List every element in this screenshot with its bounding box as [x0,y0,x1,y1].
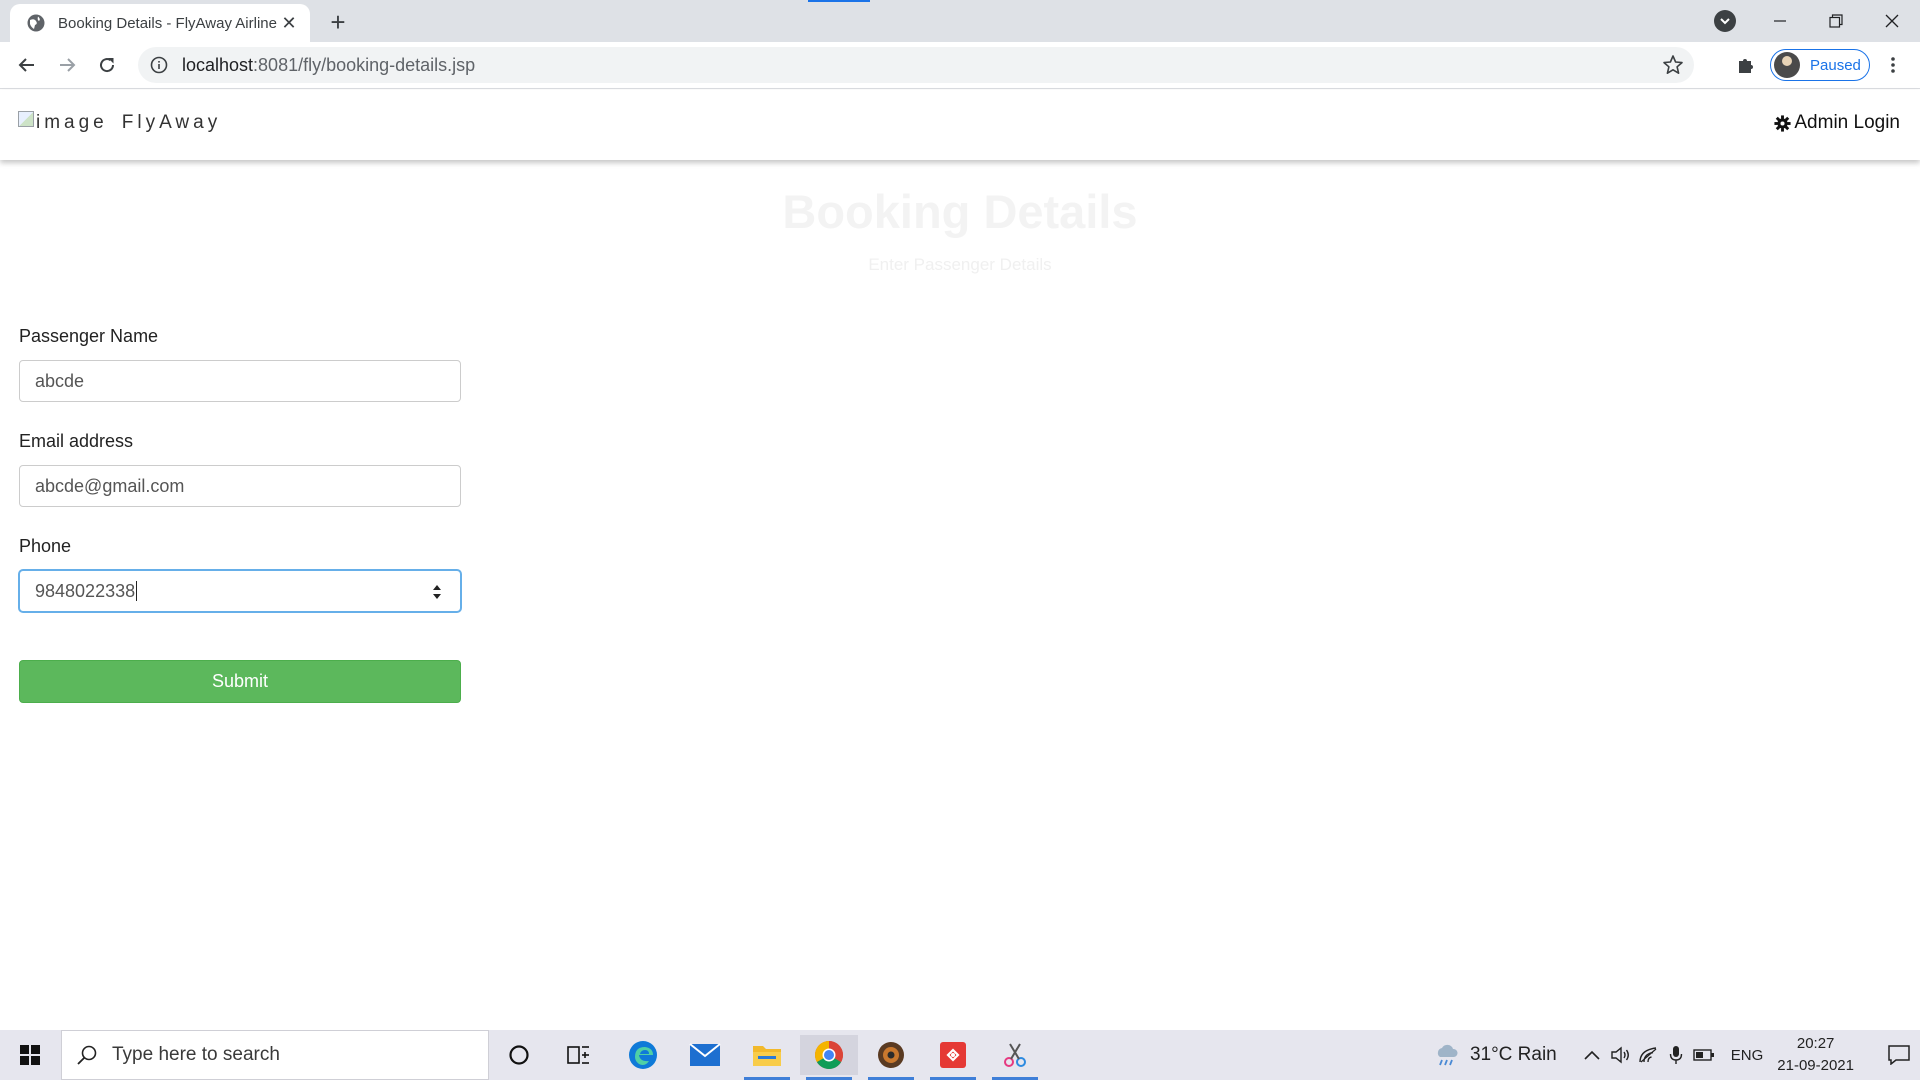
search-icon [77,1045,97,1065]
email-group: Email address abcde@gmail.com [19,431,461,507]
restore-button[interactable] [1808,0,1864,42]
more-vertical-icon [1891,57,1895,73]
clock-time: 20:27 [1796,1035,1835,1052]
admin-login-label: Admin Login [1794,112,1900,133]
reload-button[interactable] [92,50,122,80]
speaker-icon[interactable] [1607,1030,1633,1080]
close-tab-icon[interactable]: ✕ [278,12,300,34]
reload-icon [100,58,115,73]
browser-menu-button[interactable] [1878,50,1908,80]
bookmark-star-icon[interactable] [1662,54,1684,76]
arrow-left-icon [18,58,34,72]
passenger-form: Passenger Name abcde Email address abcde… [19,326,461,703]
windows-logo-icon [20,1045,40,1065]
admin-login-link[interactable]: Admin Login [1774,112,1900,134]
globe-icon [27,14,45,32]
brand-image-alt: image [36,112,108,133]
name-label: Passenger Name [19,326,159,346]
snipping-tool-icon[interactable] [986,1035,1044,1080]
cortana-icon[interactable] [490,1035,548,1075]
browser-tab[interactable]: Booking Details - FlyAway Airline ✕ [10,4,310,42]
extensions-button[interactable] [1731,50,1761,80]
brand[interactable]: image FlyAway [18,111,222,134]
windows-taskbar: Type here to search 31°C Rain ENG 20:27 … [0,1030,1920,1080]
browser-toolbar: localhost:8081/fly/booking-details.jsp P… [0,42,1920,89]
clock[interactable]: 20:27 21-09-2021 [1777,1033,1854,1077]
url-text: localhost:8081/fly/booking-details.jsp [182,54,476,75]
tab-search-icon[interactable] [1714,10,1736,32]
passenger-name-input[interactable]: abcde [19,360,461,402]
chevron-up-icon[interactable] [1579,1030,1605,1080]
notification-icon[interactable] [1878,1030,1920,1080]
brand-name: FlyAway [121,112,222,133]
app-icon[interactable] [862,1035,920,1080]
mail-icon[interactable] [676,1035,734,1075]
phone-value: 9848022338 [35,580,136,601]
number-spinner-icon[interactable] [432,582,442,602]
profile-status: Paused [1810,56,1861,74]
address-bar[interactable]: localhost:8081/fly/booking-details.jsp [138,47,1694,83]
submit-button[interactable]: Submit [19,660,461,703]
broken-image-icon [18,111,34,127]
close-window-button[interactable] [1864,0,1920,42]
task-view-icon[interactable] [550,1035,608,1075]
edge-icon[interactable] [614,1035,672,1075]
new-tab-button[interactable]: + [324,7,352,37]
chrome-icon[interactable] [800,1035,858,1080]
weather-widget[interactable]: 31°C Rain [1434,1043,1557,1067]
tab-title: Booking Details - FlyAway Airline [58,14,277,32]
wifi-icon[interactable] [1635,1030,1661,1080]
minimize-button[interactable] [1752,0,1808,42]
name-group: Passenger Name abcde [19,326,461,402]
weather-text: 31°C Rain [1469,1044,1557,1065]
arrow-right-icon [60,58,76,72]
gear-icon [1774,114,1791,132]
start-button[interactable] [0,1030,60,1080]
clock-date: 21-09-2021 [1777,1057,1854,1074]
browser-tabstrip: Booking Details - FlyAway Airline ✕ + [0,0,1920,42]
site-navbar: image FlyAway Admin Login [0,90,1920,160]
puzzle-piece-icon [1739,59,1753,73]
file-explorer-icon[interactable] [738,1035,796,1080]
email-input[interactable]: abcde@gmail.com [19,465,461,507]
email-label: Email address [19,431,134,451]
info-icon[interactable] [150,56,168,74]
battery-icon[interactable] [1691,1030,1717,1080]
taskbar-search[interactable]: Type here to search [61,1030,489,1080]
system-tray: 31°C Rain ENG 20:27 21-09-2021 [1434,1030,1920,1080]
microphone-icon[interactable] [1663,1030,1689,1080]
passenger-name-value: abcde [35,370,85,391]
text-caret [136,581,138,601]
profile-button[interactable]: Paused [1770,49,1870,81]
page-subtitle: Enter Passenger Details [868,255,1052,274]
phone-label: Phone [19,536,72,556]
phone-input[interactable]: 9848022338 [19,570,461,612]
search-placeholder: Type here to search [112,1044,280,1065]
page-header: Booking Details Enter Passenger Details [0,184,1920,275]
git-icon[interactable] [924,1035,982,1080]
rain-cloud-icon [1437,1044,1458,1066]
back-button[interactable] [12,50,42,80]
forward-button[interactable] [52,50,82,80]
email-value: abcde@gmail.com [35,475,185,496]
avatar [1774,52,1800,78]
phone-group: Phone 9848022338 [19,536,461,612]
language-indicator[interactable]: ENG [1731,1047,1764,1064]
loading-indicator [808,0,870,2]
page-title: Booking Details [782,185,1138,238]
